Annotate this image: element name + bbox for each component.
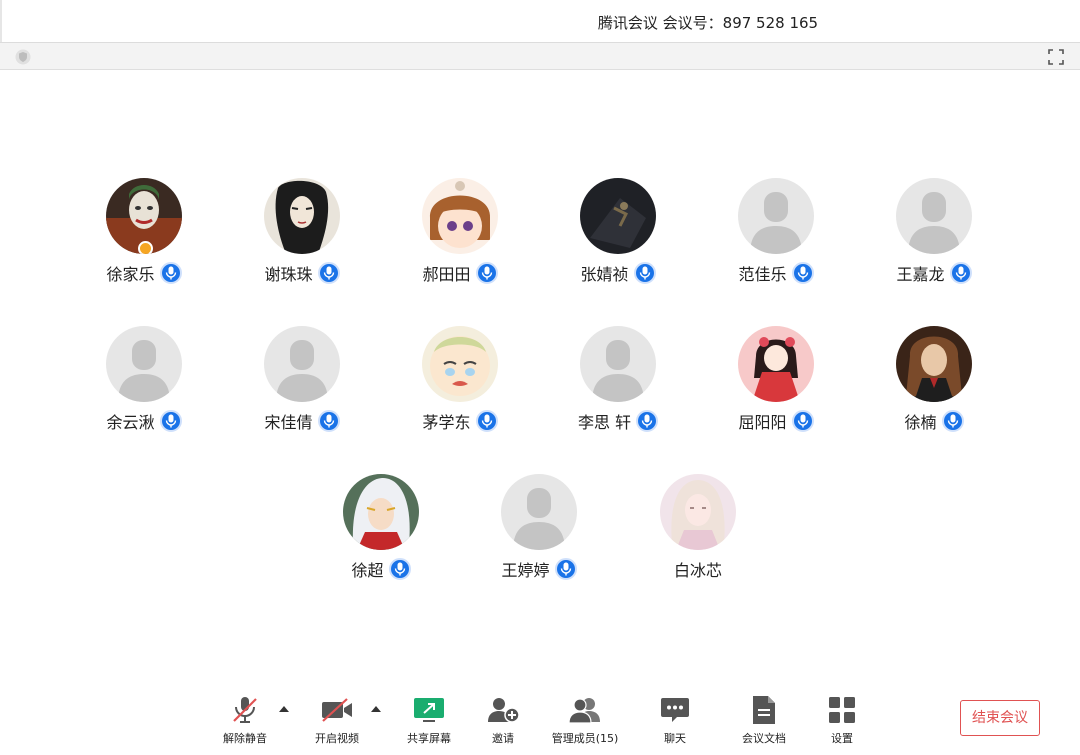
settings-button[interactable]: 设置 bbox=[802, 694, 882, 746]
mic-on-icon bbox=[554, 558, 577, 580]
add-user-icon bbox=[488, 698, 520, 723]
participant-name: 王婷婷 bbox=[501, 561, 550, 580]
default-avatar-icon bbox=[106, 326, 182, 402]
shield-icon[interactable] bbox=[15, 49, 31, 65]
mic-on-icon bbox=[475, 262, 498, 284]
host-badge-icon bbox=[138, 241, 153, 254]
participant-tile[interactable]: 白冰芯 bbox=[623, 474, 773, 581]
avatar bbox=[106, 178, 182, 254]
participant-tile[interactable]: 徐超 bbox=[306, 474, 456, 581]
participant-name: 范佳乐 bbox=[738, 265, 787, 284]
participant-tile[interactable]: 李思 轩 bbox=[543, 326, 693, 433]
info-bar bbox=[0, 42, 1080, 70]
default-avatar-icon bbox=[501, 474, 577, 550]
participant-name: 徐超 bbox=[351, 561, 384, 580]
participant-tile[interactable]: 徐楠 bbox=[859, 326, 1009, 433]
participant-tile[interactable]: 徐家乐 bbox=[69, 178, 219, 285]
participant-grid: 徐家乐 谢珠珠 郝田田 张婧祯 范佳乐 王嘉龙 余云湫 宋佳倩 茅学东 李思 轩… bbox=[0, 70, 1080, 690]
participant-tile[interactable]: 郝田田 bbox=[385, 178, 535, 285]
participant-name: 王嘉龙 bbox=[896, 265, 945, 284]
default-avatar-icon bbox=[896, 178, 972, 254]
avatar bbox=[896, 326, 972, 402]
participant-name: 谢珠珠 bbox=[264, 265, 313, 284]
video-options-caret-icon[interactable] bbox=[371, 706, 381, 712]
title-bar: 腾讯会议 会议号：897 528 165 bbox=[0, 0, 1080, 42]
participant-tile[interactable]: 张婧祯 bbox=[543, 178, 693, 285]
participant-tile[interactable]: 茅学东 bbox=[385, 326, 535, 433]
end-meeting-button[interactable]: 结束会议 bbox=[960, 700, 1040, 736]
settings-label: 设置 bbox=[831, 732, 853, 745]
fullscreen-icon[interactable] bbox=[1047, 48, 1065, 66]
mic-on-icon bbox=[317, 262, 340, 284]
start-video-button[interactable]: 开启视频 bbox=[297, 694, 377, 746]
participant-tile[interactable]: 王婷婷 bbox=[464, 474, 614, 581]
mic-muted-icon bbox=[233, 697, 257, 723]
participant-name: 李思 轩 bbox=[577, 413, 632, 432]
meeting-title: 腾讯会议 会议号：897 528 165 bbox=[597, 14, 819, 32]
mic-on-icon bbox=[791, 410, 814, 432]
mic-on-icon bbox=[633, 262, 656, 284]
participant-name: 张婧祯 bbox=[580, 265, 629, 284]
mic-on-icon bbox=[388, 558, 411, 580]
invite-button[interactable]: 邀请 bbox=[463, 694, 543, 746]
participant-name: 白冰芯 bbox=[673, 561, 722, 580]
avatar bbox=[580, 178, 656, 254]
share-screen-button[interactable]: 共享屏幕 bbox=[389, 694, 469, 746]
participant-tile[interactable]: 宋佳倩 bbox=[227, 326, 377, 433]
chat-button[interactable]: 聊天 bbox=[635, 694, 715, 746]
participant-name: 余云湫 bbox=[106, 413, 155, 432]
share-screen-label: 共享屏幕 bbox=[407, 732, 451, 745]
mic-on-icon bbox=[475, 410, 498, 432]
mic-on-icon bbox=[159, 262, 182, 284]
mic-on-icon bbox=[159, 410, 182, 432]
manage-members-label: 管理成员(15) bbox=[551, 732, 619, 745]
video-off-icon bbox=[322, 698, 352, 722]
default-avatar-icon bbox=[264, 326, 340, 402]
mic-on-icon bbox=[941, 410, 964, 432]
avatar bbox=[422, 326, 498, 402]
avatar bbox=[422, 178, 498, 254]
chat-label: 聊天 bbox=[664, 732, 686, 745]
avatar bbox=[264, 178, 340, 254]
mic-on-icon bbox=[317, 410, 340, 432]
participant-name: 郝田田 bbox=[422, 265, 471, 284]
participant-name: 茅学东 bbox=[422, 413, 471, 432]
avatar bbox=[738, 326, 814, 402]
participant-tile[interactable]: 余云湫 bbox=[69, 326, 219, 433]
participant-name: 徐家乐 bbox=[106, 265, 155, 284]
participant-tile[interactable]: 屈阳阳 bbox=[701, 326, 851, 433]
meeting-toolbar: 解除静音 开启视频 共享屏幕 邀请 管理成员(15) 聊天 会议文档 设置 结束… bbox=[0, 690, 1080, 755]
document-icon bbox=[753, 696, 775, 724]
grid-settings-icon bbox=[829, 697, 855, 723]
start-video-label: 开启视频 bbox=[315, 732, 359, 745]
participant-name: 徐楠 bbox=[904, 413, 937, 432]
unmute-label: 解除静音 bbox=[223, 732, 267, 745]
default-avatar-icon bbox=[580, 326, 656, 402]
audio-options-caret-icon[interactable] bbox=[279, 706, 289, 712]
invite-label: 邀请 bbox=[492, 732, 514, 745]
unmute-button[interactable]: 解除静音 bbox=[205, 694, 285, 746]
avatar bbox=[343, 474, 419, 550]
participant-name: 宋佳倩 bbox=[264, 413, 313, 432]
participant-tile[interactable]: 谢珠珠 bbox=[227, 178, 377, 285]
manage-members-button[interactable]: 管理成员(15) bbox=[545, 694, 625, 746]
participant-tile[interactable]: 王嘉龙 bbox=[859, 178, 1009, 285]
mic-on-icon bbox=[949, 262, 972, 284]
meeting-docs-label: 会议文档 bbox=[742, 732, 786, 745]
default-avatar-icon bbox=[738, 178, 814, 254]
participant-name: 屈阳阳 bbox=[738, 413, 787, 432]
mic-on-icon bbox=[636, 410, 659, 432]
participant-tile[interactable]: 范佳乐 bbox=[701, 178, 851, 285]
mic-on-icon bbox=[791, 262, 814, 284]
share-screen-icon bbox=[414, 698, 444, 722]
members-icon bbox=[568, 698, 600, 724]
chat-icon bbox=[661, 698, 689, 722]
meeting-docs-button[interactable]: 会议文档 bbox=[724, 694, 804, 746]
avatar bbox=[660, 474, 736, 550]
